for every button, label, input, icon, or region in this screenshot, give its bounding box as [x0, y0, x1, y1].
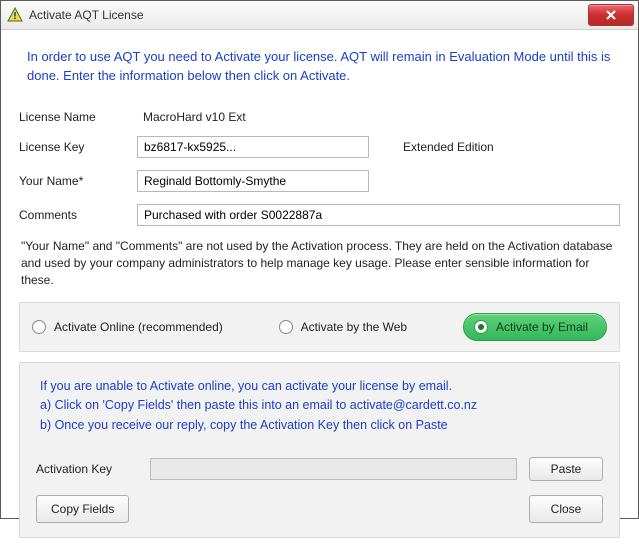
activate-email-label: Activate by Email — [496, 320, 588, 334]
activate-email-option[interactable]: Activate by Email — [463, 313, 607, 341]
activation-key-input — [150, 458, 517, 480]
edition-label: Extended Edition — [403, 140, 494, 154]
your-name-input[interactable] — [137, 170, 369, 192]
your-name-label: Your Name* — [19, 174, 137, 188]
comments-label: Comments — [19, 208, 137, 222]
comments-input[interactable] — [137, 204, 620, 226]
activation-method-group: Activate Online (recommended) Activate b… — [19, 302, 620, 352]
activate-online-option[interactable]: Activate Online (recommended) — [32, 320, 223, 334]
license-name-value: MacroHard v10 Ext — [137, 110, 246, 124]
intro-text: In order to use AQT you need to Activate… — [27, 48, 612, 86]
dialog-body: In order to use AQT you need to Activate… — [1, 30, 638, 546]
activate-web-option[interactable]: Activate by the Web — [279, 320, 408, 334]
license-name-label: License Name — [19, 110, 137, 124]
app-icon — [7, 7, 23, 23]
dialog-window: Activate AQT License In order to use AQT… — [0, 0, 639, 519]
close-icon — [606, 10, 616, 20]
email-instructions: If you are unable to Activate online, yo… — [40, 377, 599, 435]
email-line-3: b) Once you receive our reply, copy the … — [40, 416, 599, 435]
paste-button[interactable]: Paste — [529, 457, 603, 481]
email-activation-panel: If you are unable to Activate online, yo… — [19, 362, 620, 538]
email-line-2: a) Click on 'Copy Fields' then paste thi… — [40, 396, 599, 415]
radio-icon — [279, 320, 293, 334]
license-key-label: License Key — [19, 140, 137, 154]
titlebar: Activate AQT License — [1, 1, 638, 30]
radio-icon — [32, 320, 46, 334]
email-line-1: If you are unable to Activate online, yo… — [40, 377, 599, 396]
activate-online-label: Activate Online (recommended) — [54, 320, 223, 334]
usage-note: "Your Name" and "Comments" are not used … — [21, 238, 618, 290]
window-title: Activate AQT License — [29, 8, 144, 22]
activate-web-label: Activate by the Web — [301, 320, 408, 334]
window-close-button[interactable] — [588, 4, 634, 26]
radio-icon — [474, 320, 488, 334]
license-key-input[interactable] — [137, 136, 369, 158]
activation-key-label: Activation Key — [36, 462, 138, 476]
